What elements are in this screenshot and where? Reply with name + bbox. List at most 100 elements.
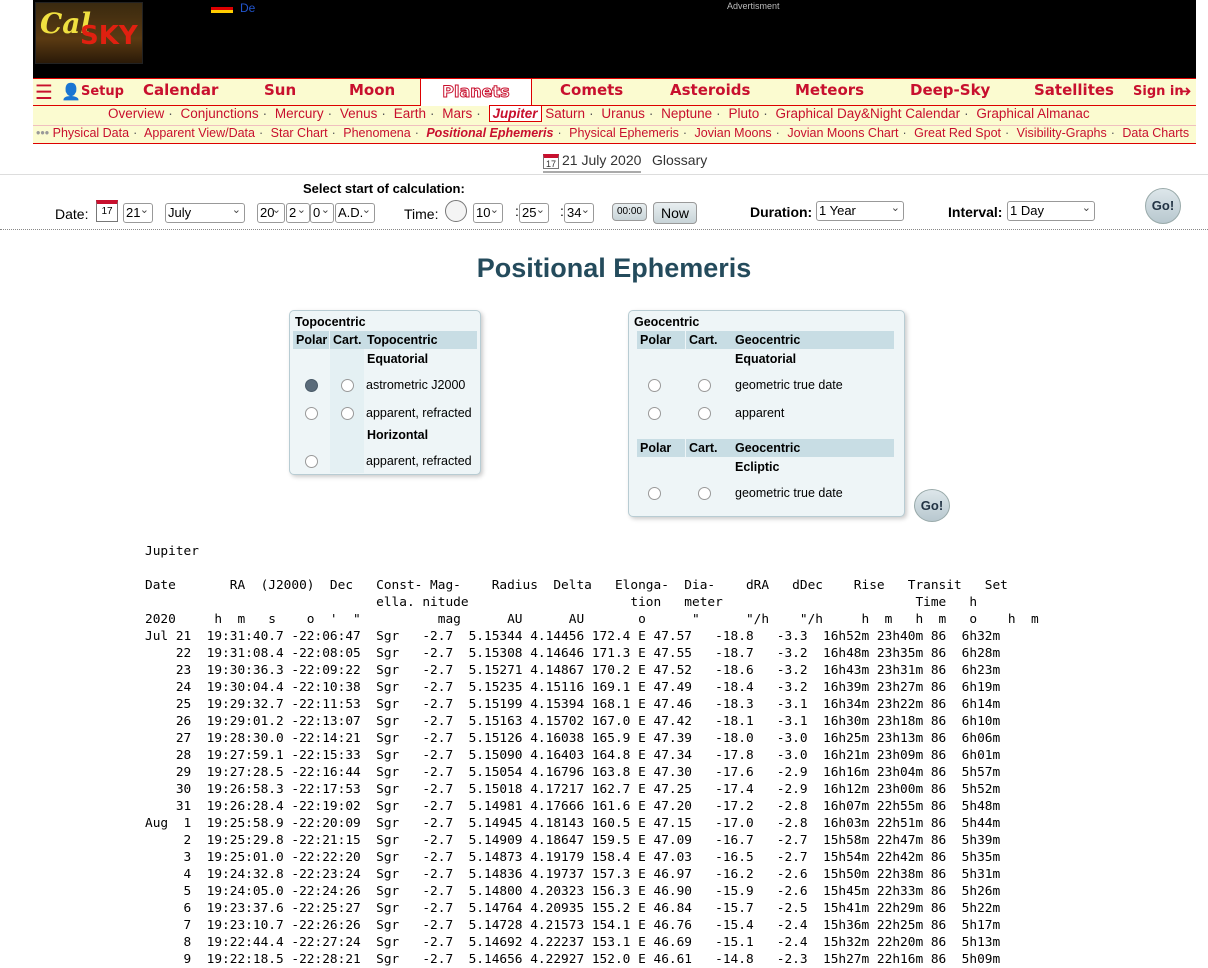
interval-select[interactable]: 1 Day: [1007, 199, 1095, 221]
subnav-conjunctions[interactable]: Conjunctions: [181, 106, 259, 121]
glossary-link[interactable]: Glossary: [652, 152, 707, 168]
ecl-cart-header: Cart.: [686, 439, 732, 457]
year-digit-select[interactable]: 0: [310, 201, 334, 223]
subnav-venus[interactable]: Venus: [340, 106, 378, 121]
calendar-picker-icon[interactable]: 17: [96, 199, 121, 222]
panel-go-button[interactable]: Go!: [914, 489, 950, 522]
radio-horizontal-polar[interactable]: [305, 455, 318, 468]
geocentric-panel: Geocentric Polar Cart. Geocentric Equato…: [628, 310, 905, 517]
nav-sun[interactable]: Sun: [264, 81, 296, 99]
subnav2-physical-ephemeris[interactable]: Physical Ephemeris: [569, 126, 679, 140]
ephemeris-table: Jupiter Date RA (J2000) Dec Const- Mag- …: [145, 544, 1039, 967]
subnav-earth[interactable]: Earth: [394, 106, 426, 121]
nav-asteroids[interactable]: Asteroids: [670, 81, 750, 99]
language-link[interactable]: De: [240, 1, 255, 15]
interval-label: Interval:: [948, 204, 1003, 220]
minute-select[interactable]: 25: [519, 201, 549, 223]
subnav-uranus[interactable]: Uranus: [601, 106, 645, 121]
subnav2-apparent-view[interactable]: Apparent View/Data: [144, 126, 255, 140]
radio-geo-true-date-polar[interactable]: [648, 379, 661, 392]
subnav-neptune[interactable]: Neptune: [661, 106, 712, 121]
month-select[interactable]: July: [165, 201, 245, 223]
era-select[interactable]: A.D.: [335, 201, 375, 223]
duration-label: Duration:: [750, 204, 813, 220]
decade-select[interactable]: 2: [286, 201, 310, 223]
current-date-link[interactable]: 17 21 July 2020: [543, 152, 642, 173]
more-dots-icon[interactable]: •••: [36, 126, 49, 140]
subnav-mercury[interactable]: Mercury: [275, 106, 324, 121]
reset-time-button[interactable]: 00:00: [612, 203, 647, 221]
radio-apparent-polar[interactable]: [305, 407, 318, 420]
go-button[interactable]: Go!: [1145, 188, 1181, 224]
second-select[interactable]: 34: [564, 201, 594, 223]
nav-sign-in[interactable]: Sign in: [1133, 84, 1184, 99]
radio-apparent-cart[interactable]: [341, 407, 354, 420]
geo-equatorial-subheader: Equatorial: [735, 352, 797, 366]
subnav-saturn[interactable]: Saturn: [545, 106, 585, 121]
calendar-icon: 17: [543, 154, 559, 169]
option-astrometric-j2000: astrometric J2000: [366, 378, 466, 392]
radio-astrometric-cart[interactable]: [341, 379, 354, 392]
subnav-mars[interactable]: Mars: [442, 106, 472, 121]
nav-satellites[interactable]: Satellites: [1034, 81, 1114, 99]
clock-icon[interactable]: [445, 200, 467, 222]
german-flag-icon[interactable]: [211, 4, 233, 13]
subnav-overview[interactable]: Overview: [108, 106, 164, 121]
nav-meteors[interactable]: Meteors: [795, 81, 864, 99]
topocentric-col-header: Topocentric: [364, 331, 477, 349]
subnav2-data-charts[interactable]: Data Charts: [1122, 126, 1189, 140]
subnav-day-night-calendar[interactable]: Graphical Day&Night Calendar: [775, 106, 960, 121]
nav-planets[interactable]: Planets: [420, 78, 532, 108]
subnav2-great-red-spot[interactable]: Great Red Spot: [914, 126, 1001, 140]
subnav2-positional-ephemeris[interactable]: Positional Ephemeris: [426, 126, 553, 140]
option-geometric-true-date: geometric true date: [735, 378, 843, 392]
subnav-graphical-almanac[interactable]: Graphical Almanac: [976, 106, 1089, 121]
radio-ecl-polar[interactable]: [648, 487, 661, 500]
logo-text-sky: SKY: [80, 21, 138, 51]
geo-polar-header: Polar: [637, 331, 685, 349]
nav-deep-sky[interactable]: Deep-Sky: [910, 81, 990, 99]
subnav2-jovian-moons[interactable]: Jovian Moons: [695, 126, 772, 140]
nav-calendar[interactable]: Calendar: [143, 81, 218, 99]
radio-geo-apparent-polar[interactable]: [648, 407, 661, 420]
day-select[interactable]: 21: [123, 201, 153, 223]
geo-cart-header: Cart.: [686, 331, 732, 349]
hour-select[interactable]: 10: [473, 201, 503, 223]
subnav2-visibility-graphs[interactable]: Visibility-Graphs: [1017, 126, 1107, 140]
jupiter-nav: ••• Physical Data · Apparent View/Data · S…: [33, 125, 1196, 144]
radio-geo-apparent-cart[interactable]: [698, 407, 711, 420]
subnav2-jovian-moons-chart[interactable]: Jovian Moons Chart: [787, 126, 898, 140]
option-geo-apparent: apparent: [735, 406, 785, 420]
century-select[interactable]: 20: [257, 201, 285, 223]
nav-moon[interactable]: Moon: [349, 81, 395, 99]
planet-nav: Overview · Conjunctions · Mercury · Venus · …: [33, 105, 1196, 125]
radio-geo-true-date-cart[interactable]: [698, 379, 711, 392]
ecl-polar-header: Polar: [637, 439, 685, 457]
header-banner: Cal SKY De Advertisment: [33, 0, 1196, 78]
sign-in-icon[interactable]: ➜: [1179, 82, 1192, 100]
horizontal-subheader: Horizontal: [367, 428, 429, 442]
duration-select[interactable]: 1 Year: [816, 199, 904, 221]
option-apparent-refracted: apparent, refracted: [366, 406, 472, 420]
user-icon[interactable]: 👤: [61, 82, 81, 101]
form-heading: Select start of calculation:: [303, 181, 465, 196]
subnav2-star-chart[interactable]: Star Chart: [271, 126, 328, 140]
subnav2-phenomena[interactable]: Phenomena: [343, 126, 410, 140]
ecliptic-col-header: Geocentric: [732, 439, 894, 457]
page-title: Positional Ephemeris: [476, 253, 752, 283]
hamburger-menu-icon[interactable]: ☰: [35, 82, 53, 102]
calsky-logo[interactable]: Cal SKY: [35, 2, 143, 64]
subnav-jupiter[interactable]: Jupiter: [488, 105, 542, 122]
ecliptic-subheader: Ecliptic: [735, 460, 780, 474]
geocentric-col-header: Geocentric: [732, 331, 894, 349]
nav-comets[interactable]: Comets: [560, 81, 623, 99]
nav-setup[interactable]: Setup: [81, 84, 124, 99]
radio-ecl-cart[interactable]: [698, 487, 711, 500]
radio-astrometric-polar[interactable]: [305, 379, 318, 392]
subnav2-physical-data[interactable]: Physical Data: [53, 126, 129, 140]
now-button[interactable]: Now: [653, 202, 697, 224]
equatorial-subheader: Equatorial: [367, 352, 429, 366]
subnav-pluto[interactable]: Pluto: [728, 106, 759, 121]
topocentric-panel: Topocentric Polar Cart. Topocentric Equa…: [289, 310, 481, 475]
time-label: Time:: [404, 206, 439, 222]
